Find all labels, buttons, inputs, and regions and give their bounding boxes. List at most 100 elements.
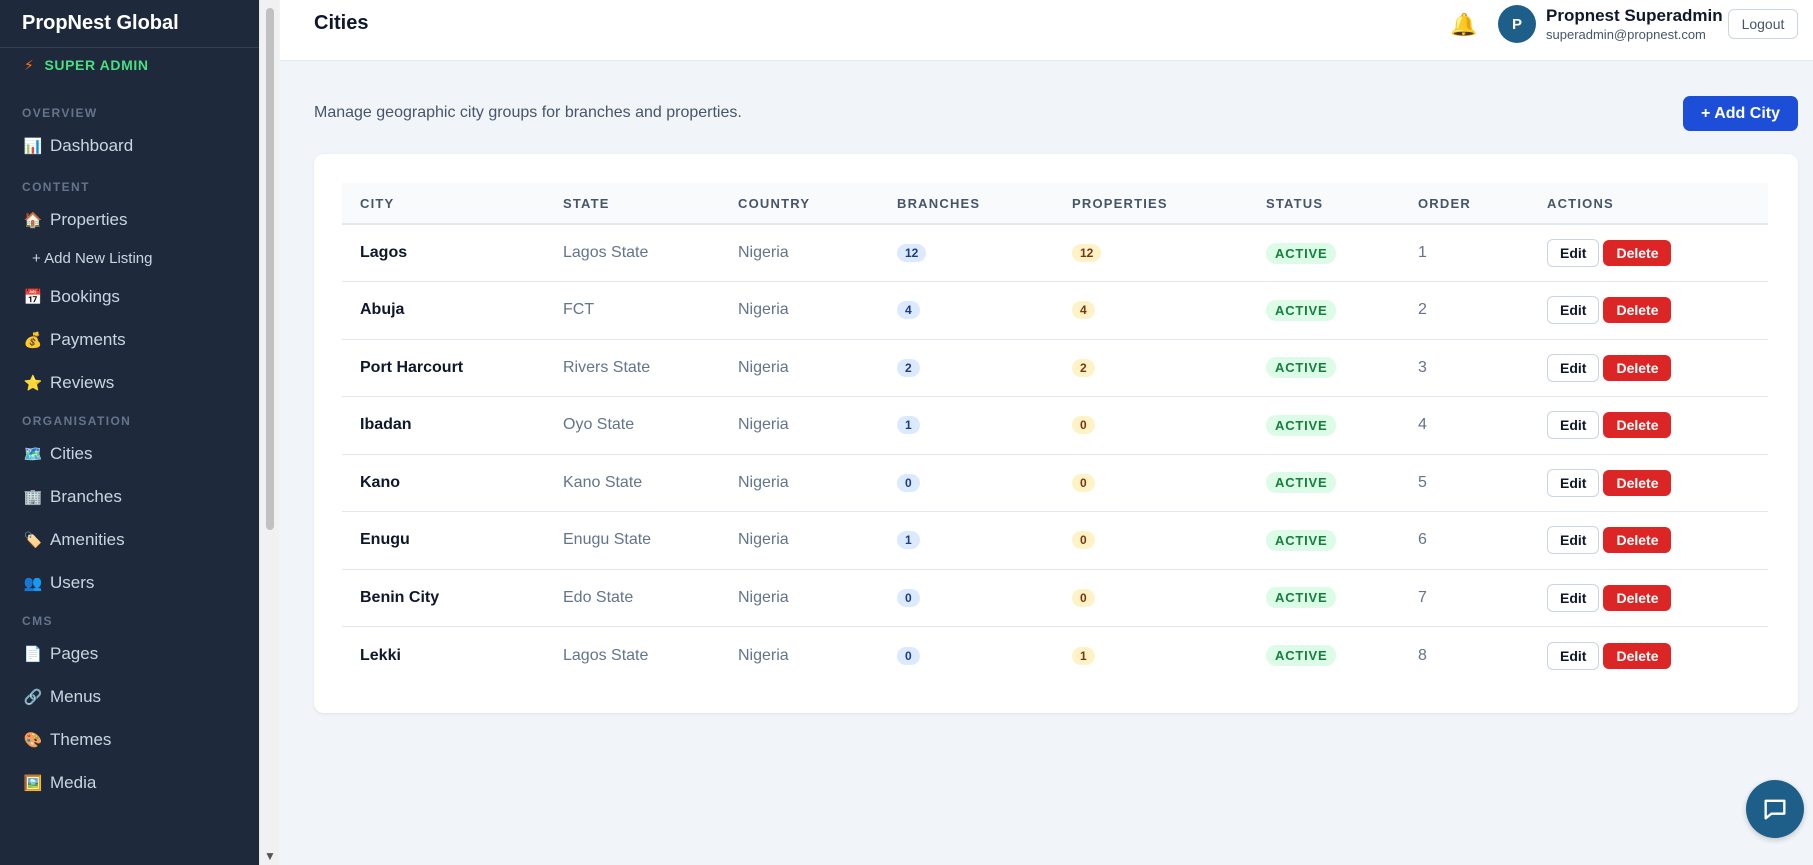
state-cell: Edo State bbox=[563, 588, 634, 606]
status-badge: ACTIVE bbox=[1266, 414, 1337, 436]
state-cell: Enugu State bbox=[563, 531, 652, 549]
calendar-icon: 📅 bbox=[23, 288, 43, 306]
scroll-down-arrow-icon[interactable]: ▼ bbox=[264, 849, 276, 863]
column-header: ACTIONS bbox=[1547, 195, 1614, 211]
city-name: Ibadan bbox=[360, 416, 412, 434]
sidebar-item-label: Reviews bbox=[50, 372, 115, 392]
sidebar-item-menus[interactable]: 🔗 Menus bbox=[0, 675, 259, 718]
edit-button[interactable]: Edit bbox=[1547, 641, 1600, 670]
user-name: Propnest Superadmin bbox=[1546, 6, 1723, 25]
edit-button[interactable]: Edit bbox=[1547, 239, 1600, 267]
properties-count-badge: 0 bbox=[1072, 473, 1095, 492]
column-header[interactable]: STATE bbox=[545, 183, 720, 224]
column-header[interactable]: STATUS bbox=[1248, 183, 1400, 224]
delete-button[interactable]: Delete bbox=[1603, 240, 1672, 266]
country-cell: Nigeria bbox=[738, 473, 789, 491]
add-city-button[interactable]: + Add City bbox=[1683, 96, 1798, 131]
tag-icon: 🏷️ bbox=[23, 531, 43, 549]
sidebar-item-payments[interactable]: 💰 Payments bbox=[0, 318, 259, 361]
order-cell: 3 bbox=[1418, 358, 1427, 376]
column-header[interactable]: COUNTRY bbox=[720, 183, 879, 224]
column-header[interactable]: PROPERTIES bbox=[1054, 183, 1248, 224]
properties-count-badge: 2 bbox=[1072, 358, 1095, 377]
edit-button[interactable]: Edit bbox=[1547, 411, 1600, 440]
sidebar-item-label: Themes bbox=[50, 729, 112, 749]
branches-count-badge: 4 bbox=[897, 301, 920, 320]
order-cell: 7 bbox=[1418, 588, 1427, 606]
properties-count-badge: 0 bbox=[1072, 588, 1095, 607]
avatar[interactable]: P bbox=[1498, 5, 1536, 43]
column-header[interactable]: BRANCHES bbox=[879, 183, 1054, 224]
lightning-icon: ⚡ bbox=[24, 56, 35, 73]
delete-button[interactable]: Delete bbox=[1603, 527, 1672, 554]
money-bag-icon: 💰 bbox=[23, 331, 43, 349]
brand-logo[interactable]: PropNest Global bbox=[0, 0, 259, 48]
role-label: SUPER ADMIN bbox=[44, 57, 149, 73]
column-header[interactable]: ORDER bbox=[1400, 183, 1529, 224]
palette-icon: 🎨 bbox=[23, 731, 43, 749]
page-subtitle: Manage geographic city groups for branch… bbox=[314, 104, 742, 121]
country-cell: Nigeria bbox=[738, 358, 789, 376]
sidebar-item-themes[interactable]: 🎨 Themes bbox=[0, 718, 259, 761]
sidebar-scrollbar[interactable]: ▼ bbox=[259, 0, 279, 865]
logout-button[interactable]: Logout bbox=[1728, 9, 1798, 39]
image-icon: 🖼️ bbox=[23, 774, 43, 792]
branches-count-badge: 0 bbox=[897, 588, 920, 607]
sidebar-item-label: Branches bbox=[50, 486, 122, 506]
role-badge: ⚡ SUPER ADMIN bbox=[0, 48, 259, 82]
sidebar-item-users[interactable]: 👥 Users bbox=[0, 561, 259, 604]
table-row: Ibadan Oyo State Nigeria 1 0 ACTIVE 4 Ed… bbox=[342, 397, 1768, 454]
building-icon: 🏢 bbox=[23, 488, 43, 506]
section-content: CONTENT bbox=[22, 180, 90, 194]
branches-count-badge: 1 bbox=[897, 416, 920, 435]
order-cell: 1 bbox=[1418, 244, 1427, 261]
delete-button[interactable]: Delete bbox=[1603, 354, 1672, 381]
state-cell: Lagos State bbox=[563, 646, 649, 664]
order-cell: 8 bbox=[1418, 646, 1427, 664]
delete-button[interactable]: Delete bbox=[1603, 469, 1672, 496]
sidebar-item-add-listing[interactable]: + Add New Listing bbox=[0, 241, 259, 275]
delete-button[interactable]: Delete bbox=[1603, 642, 1672, 669]
chat-button[interactable] bbox=[1746, 780, 1804, 838]
city-name: Port Harcourt bbox=[360, 358, 464, 376]
delete-button[interactable]: Delete bbox=[1603, 584, 1672, 611]
order-cell: 5 bbox=[1418, 473, 1427, 491]
delete-button[interactable]: Delete bbox=[1603, 412, 1672, 439]
link-icon: 🔗 bbox=[23, 688, 43, 706]
state-cell: Kano State bbox=[563, 473, 643, 491]
table-row: Benin City Edo State Nigeria 0 0 ACTIVE … bbox=[342, 569, 1768, 627]
page-title: Cities bbox=[314, 12, 369, 34]
edit-button[interactable]: Edit bbox=[1547, 526, 1600, 555]
sidebar-item-pages[interactable]: 📄 Pages bbox=[0, 632, 259, 675]
edit-button[interactable]: Edit bbox=[1547, 353, 1600, 382]
edit-button[interactable]: Edit bbox=[1547, 296, 1600, 325]
status-badge: ACTIVE bbox=[1266, 357, 1337, 379]
country-cell: Nigeria bbox=[738, 588, 789, 606]
sidebar-item-amenities[interactable]: 🏷️ Amenities bbox=[0, 518, 259, 561]
section-cms: CMS bbox=[22, 614, 53, 628]
bell-icon[interactable]: 🔔 bbox=[1450, 12, 1477, 38]
delete-button[interactable]: Delete bbox=[1603, 297, 1672, 324]
column-header[interactable]: CITY bbox=[342, 183, 545, 224]
state-cell: Lagos State bbox=[563, 244, 649, 261]
country-cell: Nigeria bbox=[738, 646, 789, 664]
table-row: Lagos Lagos State Nigeria 12 12 ACTIVE 1… bbox=[342, 224, 1768, 282]
sidebar-item-bookings[interactable]: 📅 Bookings bbox=[0, 275, 259, 318]
sidebar-item-label: Properties bbox=[50, 209, 128, 229]
sidebar-item-dashboard[interactable]: 📊 Dashboard bbox=[0, 124, 259, 167]
sidebar-item-cities[interactable]: 🗺️ Cities bbox=[0, 432, 259, 475]
properties-count-badge: 1 bbox=[1072, 646, 1095, 665]
sidebar-item-properties[interactable]: 🏠 Properties bbox=[0, 198, 259, 241]
sidebar-item-branches[interactable]: 🏢 Branches bbox=[0, 475, 259, 518]
edit-button[interactable]: Edit bbox=[1547, 468, 1600, 497]
edit-button[interactable]: Edit bbox=[1547, 583, 1600, 612]
city-name: Kano bbox=[360, 473, 400, 491]
user-email: superadmin@propnest.com bbox=[1546, 27, 1706, 42]
sidebar-item-label: Payments bbox=[50, 329, 126, 349]
country-cell: Nigeria bbox=[738, 416, 789, 434]
scrollbar-thumb[interactable] bbox=[266, 8, 274, 530]
sidebar-item-media[interactable]: 🖼️ Media bbox=[0, 761, 259, 804]
properties-count-badge: 0 bbox=[1072, 416, 1095, 435]
section-organisation: ORGANISATION bbox=[22, 414, 132, 428]
sidebar-item-reviews[interactable]: ⭐ Reviews bbox=[0, 361, 259, 404]
